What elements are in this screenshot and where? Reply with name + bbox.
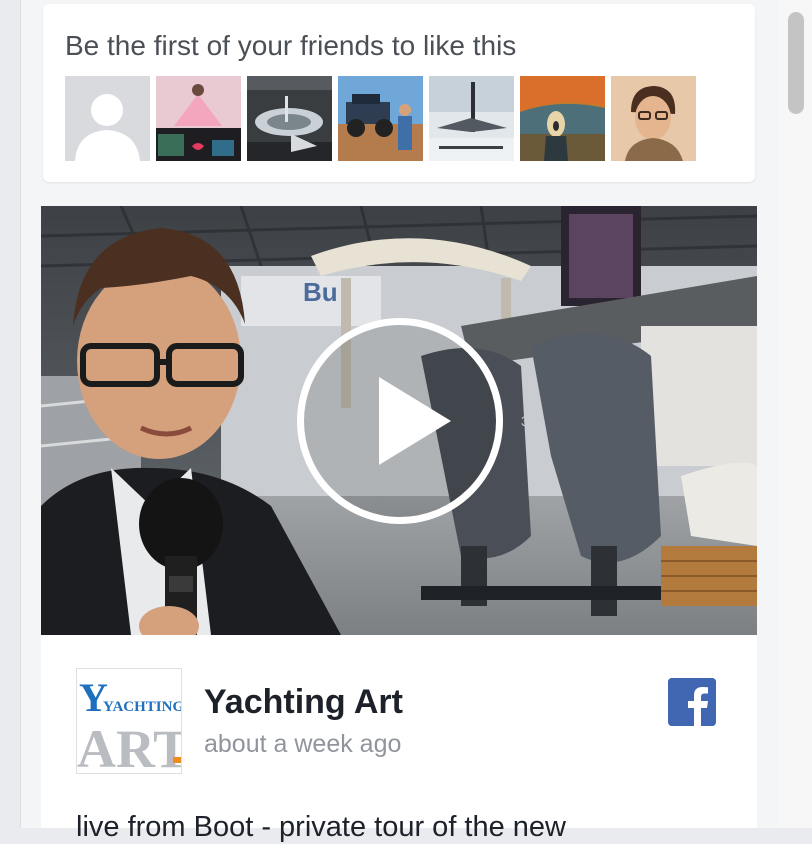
video-player[interactable]: Bu 300 <box>41 206 757 635</box>
svg-text:300: 300 <box>521 413 545 429</box>
facebook-icon[interactable] <box>668 678 716 726</box>
play-button[interactable] <box>297 318 503 524</box>
friend-avatar[interactable] <box>429 76 514 161</box>
friend-avatar[interactable] <box>338 76 423 161</box>
page-logo[interactable]: Y YACHTING ART <box>76 668 182 774</box>
friend-avatar[interactable] <box>247 76 332 161</box>
friend-avatar[interactable] <box>156 76 241 161</box>
friend-faces <box>65 76 696 161</box>
post-card: Y YACHTING ART Yachting Art about a week… <box>41 635 757 843</box>
logo-text-yachting: YACHTING <box>103 699 181 715</box>
friends-like-text: Be the first of your friends to like thi… <box>65 30 517 61</box>
friend-avatar[interactable] <box>611 76 696 161</box>
play-icon <box>379 377 451 465</box>
scrollbar-thumb[interactable] <box>788 12 804 114</box>
scrollbar-track[interactable] <box>778 0 812 828</box>
logo-text-art: ART <box>77 719 181 773</box>
post-timestamp[interactable]: about a week ago <box>204 730 401 759</box>
friend-avatar[interactable] <box>520 76 605 161</box>
friends-like-card: Be the first of your friends to like thi… <box>43 4 755 182</box>
svg-text:Bu: Bu <box>303 277 338 307</box>
friend-avatar-default[interactable] <box>65 76 150 161</box>
page-name[interactable]: Yachting Art <box>204 683 403 722</box>
